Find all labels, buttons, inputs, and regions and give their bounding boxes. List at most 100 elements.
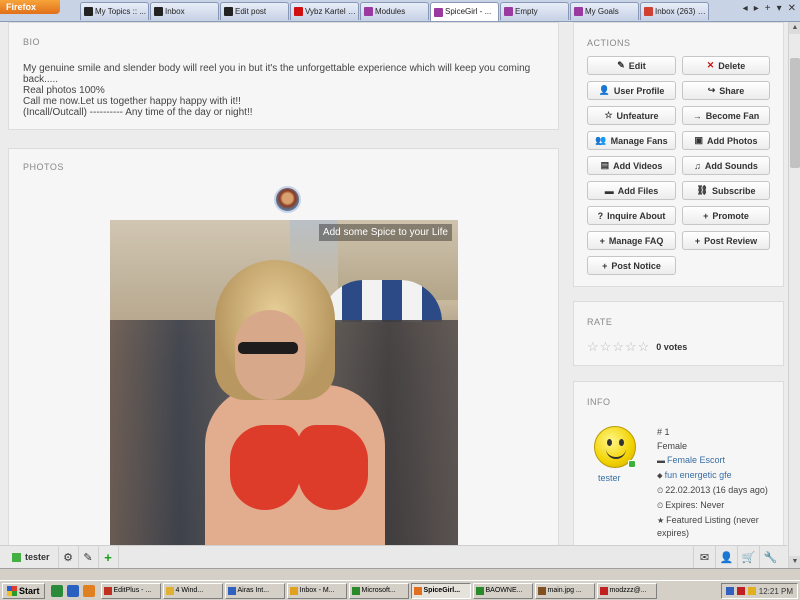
- post-notice-button[interactable]: + Post Notice: [587, 256, 676, 275]
- scroll-right-icon[interactable]: ▸: [754, 3, 759, 14]
- taskbar-task[interactable]: BAOWNE...: [472, 582, 533, 599]
- delete-icon: ✕: [706, 60, 715, 70]
- taskbar-task[interactable]: Inbox - M...: [286, 582, 347, 599]
- info-row: ★ Featured Listing (never expires): [657, 514, 777, 539]
- star-icon[interactable]: ☆: [600, 340, 612, 353]
- windows-logo-icon: [7, 585, 17, 596]
- scroll-left-icon[interactable]: ◂: [743, 3, 748, 14]
- taskbar-task[interactable]: SpiceGirl...: [410, 582, 471, 599]
- info-row[interactable]: ▬ Female Escort: [657, 454, 777, 467]
- add-plus-icon[interactable]: +: [99, 546, 119, 568]
- taskbar-task[interactable]: Microsoft...: [348, 582, 409, 599]
- info-row-text[interactable]: fun energetic gfe: [665, 470, 732, 480]
- browser-tab[interactable]: Edit post: [220, 2, 289, 20]
- post-review-button[interactable]: + Post Review: [682, 231, 770, 250]
- star-icon[interactable]: ☆: [638, 340, 650, 353]
- new-tab-icon[interactable]: +: [765, 3, 771, 14]
- owner-username-link[interactable]: tester: [598, 473, 621, 483]
- star-icon[interactable]: ☆: [625, 340, 637, 353]
- share-button[interactable]: ↪ Share: [682, 81, 770, 100]
- windows-taskbar: Start EditPlus - ... 4 Wind... Airas Int..…: [0, 580, 800, 600]
- firefox-icon[interactable]: [82, 584, 95, 597]
- start-button[interactable]: Start: [2, 582, 45, 599]
- delete-button[interactable]: ✕ Delete: [682, 56, 770, 75]
- browser-tab[interactable]: My Topics :: ...: [80, 2, 149, 20]
- site-bottom-toolbar: tester ⚙ ✎ + ✉ 👤 🛒 🔧: [0, 545, 787, 568]
- photo-bikini: [298, 425, 368, 510]
- taskbar-task[interactable]: 4 Wind...: [162, 582, 223, 599]
- browser-tab[interactable]: Inbox: [150, 2, 219, 20]
- info-row: Female: [657, 440, 777, 452]
- subscribe-button[interactable]: ⛓ Subscribe: [682, 181, 770, 200]
- manage-fans-button[interactable]: 👥 Manage Fans: [587, 131, 676, 150]
- wrench-icon[interactable]: 🔧: [759, 546, 781, 568]
- add-photos-button[interactable]: ▣ Add Photos: [682, 131, 770, 150]
- task-app-icon: [351, 586, 360, 595]
- chrome-icon[interactable]: [50, 584, 63, 597]
- taskbar-task[interactable]: Airas Int...: [224, 582, 285, 599]
- main-photo[interactable]: Add some Spice to your Life: [110, 220, 458, 547]
- scroll-down-icon[interactable]: ▼: [789, 556, 800, 568]
- mail-icon[interactable]: ✉: [693, 546, 715, 568]
- list-tabs-icon[interactable]: ▾: [777, 3, 782, 14]
- browser-tab[interactable]: My Goals: [570, 2, 639, 20]
- button-label: Share: [719, 85, 745, 96]
- info-row-text: Featured Listing (never expires): [657, 515, 759, 538]
- unfeature-button[interactable]: ☆ Unfeature: [587, 106, 676, 125]
- page-scrollbar[interactable]: ▲ ▼: [788, 22, 800, 568]
- browser-tab[interactable]: Modules: [360, 2, 429, 20]
- task-label: EditPlus - ...: [113, 587, 152, 594]
- settings-gear-icon[interactable]: ⚙: [59, 546, 79, 568]
- clock[interactable]: 12:21 PM: [759, 587, 793, 596]
- user-profile-button[interactable]: 👤 User Profile: [587, 81, 676, 100]
- tray-shield-icon[interactable]: [747, 587, 756, 595]
- info-row-icon: ⬥: [657, 471, 663, 480]
- star-icon[interactable]: ☆: [612, 340, 624, 353]
- add-sounds-button[interactable]: ♫ Add Sounds: [682, 156, 770, 175]
- tab-label: Vybz Kartel - ...: [305, 6, 358, 16]
- scrollbar-thumb[interactable]: [790, 58, 800, 168]
- info-row[interactable]: ⬥ fun energetic gfe: [657, 469, 777, 482]
- add-videos-button[interactable]: ▤ Add Videos: [587, 156, 676, 175]
- info-row: ⏲ Expires: Never: [657, 499, 777, 512]
- toolbar-user[interactable]: tester: [0, 546, 59, 568]
- info-row-text: Female: [657, 441, 688, 451]
- post-review-icon: +: [694, 235, 701, 246]
- photo-thumbnail[interactable]: [274, 186, 301, 213]
- tray-network-icon[interactable]: [725, 587, 734, 595]
- inquire-about-button[interactable]: ? Inquire About: [587, 206, 676, 225]
- star-icon[interactable]: ☆: [587, 340, 599, 353]
- browser-tab[interactable]: Inbox (263) - ...: [640, 2, 709, 20]
- tab-favicon-icon: [84, 7, 93, 16]
- bio-line: My genuine smile and slender body will r…: [23, 63, 531, 74]
- browser-tab[interactable]: Vybz Kartel - ...: [290, 2, 359, 20]
- add-files-button[interactable]: ▬ Add Files: [587, 181, 676, 200]
- close-icon[interactable]: ✕: [788, 3, 796, 14]
- avatar-eye: [619, 439, 624, 446]
- tab-controls: ◂ ▸ + ▾ ✕: [743, 3, 796, 14]
- avatar[interactable]: [594, 426, 636, 468]
- become-fan-button[interactable]: → Become Fan: [682, 106, 770, 125]
- browser-tab[interactable]: Empty: [500, 2, 569, 20]
- taskbar-task[interactable]: main.jpg ...: [534, 582, 595, 599]
- rate-panel: RATE ☆ ☆ ☆ ☆ ☆ 0 votes: [573, 301, 784, 366]
- promote-button[interactable]: + Promote: [682, 206, 770, 225]
- tab-label: Inbox (263) - ...: [655, 6, 708, 16]
- user-icon[interactable]: 👤: [715, 546, 737, 568]
- edit-icon[interactable]: ✎: [79, 546, 99, 568]
- info-row-text[interactable]: Female Escort: [667, 455, 725, 465]
- browser-tab[interactable]: SpiceGirl - ...: [430, 2, 499, 21]
- button-label: User Profile: [613, 85, 665, 96]
- manage-faq-button[interactable]: + Manage FAQ: [587, 231, 676, 250]
- ie-icon[interactable]: [66, 584, 79, 597]
- task-label: Airas Int...: [237, 587, 270, 594]
- tab-favicon-icon: [574, 7, 583, 16]
- scroll-up-icon[interactable]: ▲: [789, 22, 800, 34]
- taskbar-task[interactable]: EditPlus - ...: [100, 582, 161, 599]
- edit-button[interactable]: ✎ Edit: [587, 56, 676, 75]
- cart-icon[interactable]: 🛒: [737, 546, 759, 568]
- firefox-menu-button[interactable]: Firefox: [0, 0, 60, 14]
- taskbar-task[interactable]: modzzz@...: [596, 582, 657, 599]
- button-label: Promote: [712, 210, 749, 221]
- tray-antivirus-icon[interactable]: [736, 587, 745, 595]
